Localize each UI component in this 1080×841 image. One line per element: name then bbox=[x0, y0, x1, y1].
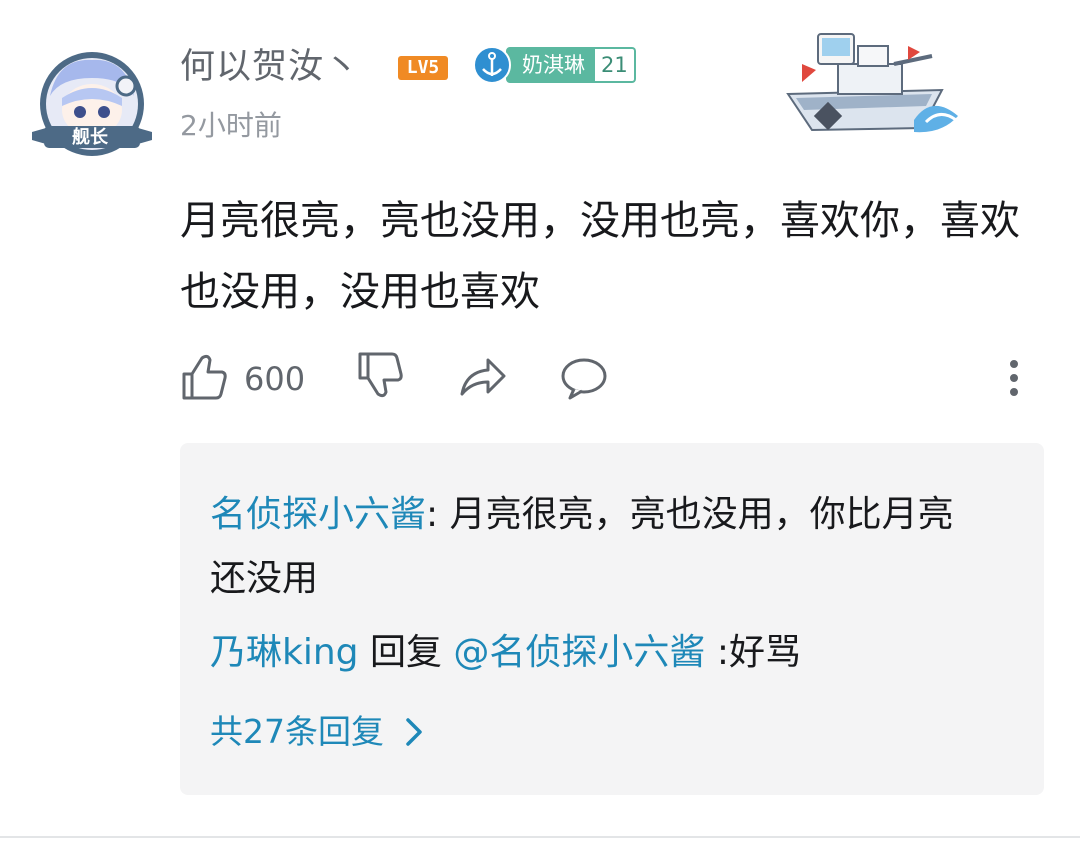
reply-author-link[interactable]: 乃琳king bbox=[210, 632, 359, 673]
reply-author-link[interactable]: 名侦探小六酱 bbox=[210, 494, 426, 535]
reply-text: :好骂 bbox=[705, 632, 802, 673]
reply-preview-box[interactable]: 名侦探小六酱: 月亮很亮，亮也没用，你比月亮还没用 乃琳king 回复 @名侦探… bbox=[180, 443, 1044, 795]
ship-decoration-icon bbox=[782, 24, 960, 144]
thumbs-down-icon[interactable] bbox=[356, 350, 404, 406]
comment-time: 2小时前 bbox=[180, 109, 282, 142]
fan-medal-name: 奶淇琳 bbox=[506, 47, 595, 83]
like-count: 600 bbox=[244, 360, 306, 398]
reply-item: 名侦探小六酱: 月亮很亮，亮也没用，你比月亮还没用 bbox=[210, 483, 970, 611]
level-badge: LV5 bbox=[398, 56, 448, 80]
reply-item: 乃琳king 回复 @名侦探小六酱 :好骂 bbox=[210, 621, 970, 685]
reply-action: 回复 bbox=[358, 632, 454, 673]
avatar-frame-label: 舰长 bbox=[72, 127, 108, 148]
more-options-icon[interactable] bbox=[998, 356, 1030, 400]
fan-medal-level: 21 bbox=[595, 47, 636, 83]
reply-mention-link[interactable]: @名侦探小六酱 bbox=[453, 632, 705, 673]
user-avatar[interactable]: 舰长 bbox=[28, 48, 156, 160]
total-replies-link[interactable]: 共27条回复 bbox=[210, 707, 424, 757]
reply-separator: : bbox=[426, 494, 450, 535]
anchor-icon bbox=[473, 46, 511, 84]
total-replies-text: 共27条回复 bbox=[210, 712, 384, 751]
bottom-divider bbox=[0, 836, 1080, 838]
chevron-right-icon bbox=[406, 718, 422, 746]
share-icon[interactable] bbox=[458, 350, 506, 406]
thumbs-up-icon[interactable] bbox=[180, 350, 228, 406]
fan-medal[interactable]: 奶淇琳 21 bbox=[472, 46, 636, 84]
comment-username[interactable]: 何以贺汝丶 bbox=[180, 44, 360, 90]
level-badge-text: LV5 bbox=[406, 57, 440, 78]
comment-content: 月亮很亮，亮也没用，没用也亮，喜欢你，喜欢也没用，没用也喜欢 bbox=[180, 198, 1020, 315]
reply-bubble-icon[interactable] bbox=[560, 350, 608, 406]
